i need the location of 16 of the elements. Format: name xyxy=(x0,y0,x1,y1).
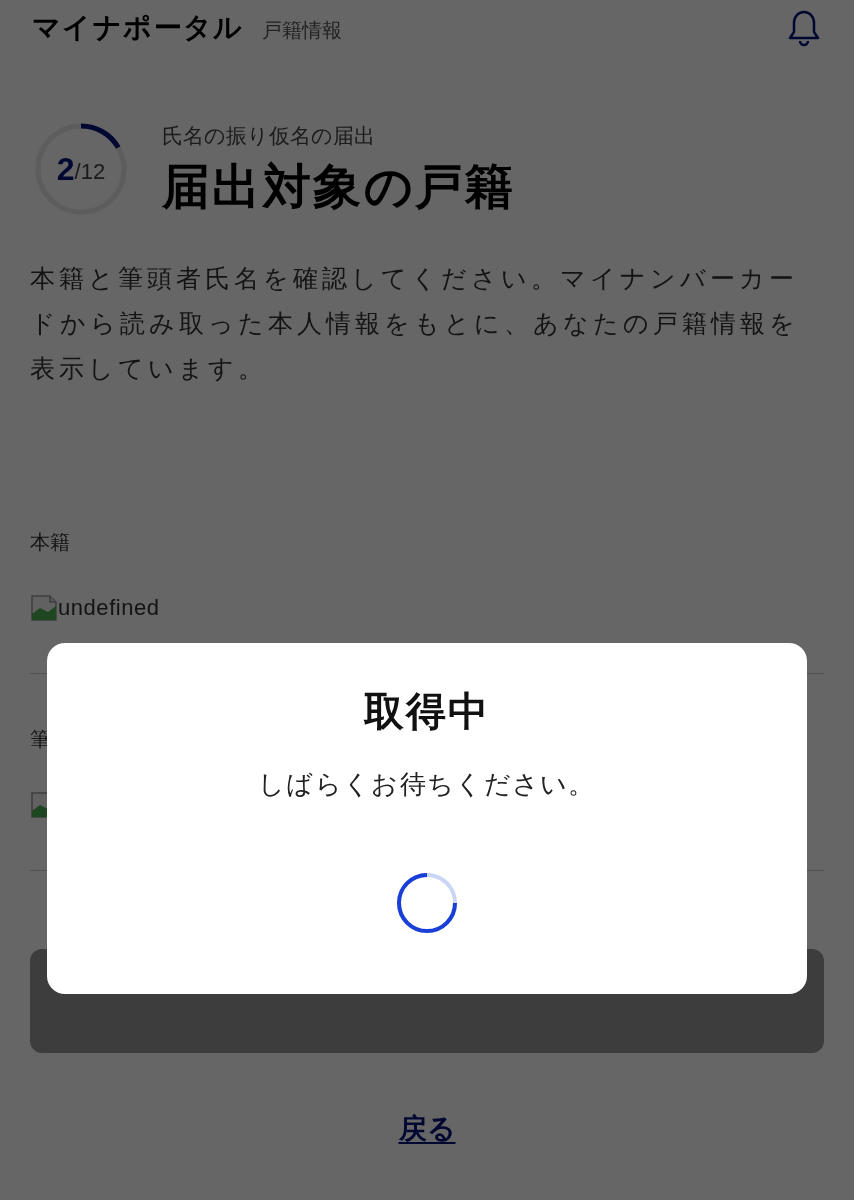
field-label: 本籍 xyxy=(30,529,71,555)
step-total: /12 xyxy=(74,159,106,187)
broken-image-icon xyxy=(30,790,47,819)
dialog-message: しばらくお待ちください。 xyxy=(258,768,596,801)
back-link[interactable]: 戻る xyxy=(398,1107,456,1150)
broken-image-icon xyxy=(30,593,58,622)
page-heading: 届出対象の戸籍 xyxy=(162,158,516,215)
loading-spinner xyxy=(396,872,458,934)
field-value: undefined xyxy=(58,594,160,623)
dialog-title: 取得中 xyxy=(364,688,490,735)
bell-icon[interactable] xyxy=(786,8,822,48)
step-number: 2 xyxy=(56,149,75,189)
step-label: 氏名の振り仮名の届出 xyxy=(162,123,376,149)
page-subtitle: 戸籍情報 xyxy=(261,18,342,43)
description-text: 本籍と筆頭者氏名を確認してください。マイナンバーカードから読み取った本人情報をもとに、あなたの戸籍情報を表示しています。 xyxy=(30,262,800,384)
app-title: マイナポータル xyxy=(32,11,244,45)
